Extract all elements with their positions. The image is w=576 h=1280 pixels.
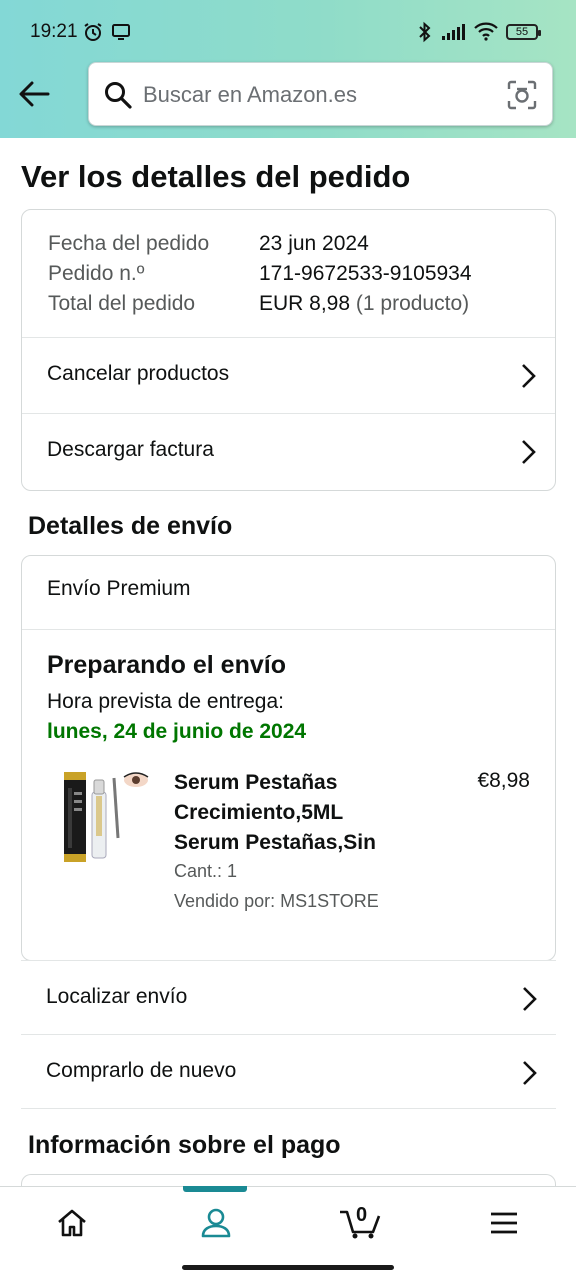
product-image[interactable] [58,768,150,868]
product-seller: Vendido por: MS1STORE [174,891,379,911]
download-invoice-label: Descargar factura [47,438,214,461]
shipment-card: Envío Premium Preparando el envío Hora p… [21,555,556,961]
cancel-items-row[interactable]: Cancelar productos [22,337,555,413]
signal-icon [442,24,465,40]
status-time: 19:21 [30,21,78,42]
wifi-icon [474,22,498,41]
cart-count-badge: 0 [356,1204,368,1226]
order-summary-card: Fecha del pedido 23 jun 2024 Pedido n.º … [21,209,556,491]
product-price: €8,98 [477,769,530,792]
gesture-home-bar [182,1265,394,1270]
back-button[interactable] [14,74,54,114]
camera-search-icon[interactable] [506,79,538,111]
product-title-line: Serum Pestañas [174,771,338,794]
order-total-label: Total del pedido [48,292,196,315]
shipping-type: Envío Premium [47,577,191,600]
delivery-estimate-label: Hora prevista de entrega: [47,690,284,713]
home-icon [58,1209,86,1237]
search-bar[interactable] [88,62,553,126]
app-header: 19:21 55 [0,0,576,138]
status-bar: 19:21 55 [0,0,576,62]
download-invoice-row[interactable]: Descargar factura [22,413,555,489]
nav-menu[interactable] [432,1187,576,1259]
order-number-label: Pedido n.º [48,262,145,285]
alarm-icon [84,23,102,41]
shipment-status: Preparando el envío [47,651,286,679]
page-title: Ver los detalles del pedido [21,159,411,194]
buy-again-label: Comprarlo de nuevo [46,1059,237,1082]
buy-again-row[interactable]: Comprarlo de nuevo [21,1034,556,1109]
screen-cast-icon [112,24,130,40]
chevron-right-icon [523,987,537,1011]
bluetooth-icon [419,21,431,43]
nav-home[interactable] [0,1187,144,1259]
payment-section-title: Información sobre el pago [28,1131,341,1159]
search-input[interactable] [143,73,493,117]
order-total-amount: EUR 8,98 [259,292,351,315]
divider [22,629,555,630]
product-title-line: Crecimiento,5ML [174,801,344,824]
arrow-left-icon [19,81,50,107]
battery-indicator: 55 [506,24,541,40]
track-package-label: Localizar envío [46,985,188,1008]
order-total-value: EUR 8,98 (1 producto) [259,292,469,316]
cancel-items-label: Cancelar productos [47,362,230,385]
nav-account[interactable] [144,1187,288,1259]
chevron-right-icon [522,440,536,464]
product-title[interactable]: Serum Pestañas Crecimiento,5ML Serum Pes… [174,768,424,858]
order-date-value: 23 jun 2024 [259,232,369,255]
order-number-value: 171-9672533-9105934 [259,262,472,285]
search-icon [105,82,132,109]
order-total-items: (1 producto) [355,292,470,315]
product-title-line: Serum Pestañas,Sin [174,831,376,854]
chevron-right-icon [522,364,536,388]
menu-icon [491,1212,517,1234]
product-quantity: Cant.: 1 [174,861,238,881]
track-package-row[interactable]: Localizar envío [21,960,556,1035]
delivery-estimate-date: lunes, 24 de junio de 2024 [47,720,307,743]
account-icon [201,1208,231,1238]
shipping-section-title: Detalles de envío [28,512,233,540]
bottom-navigation [0,1186,576,1258]
order-date-label: Fecha del pedido [48,232,210,255]
chevron-right-icon [523,1061,537,1085]
